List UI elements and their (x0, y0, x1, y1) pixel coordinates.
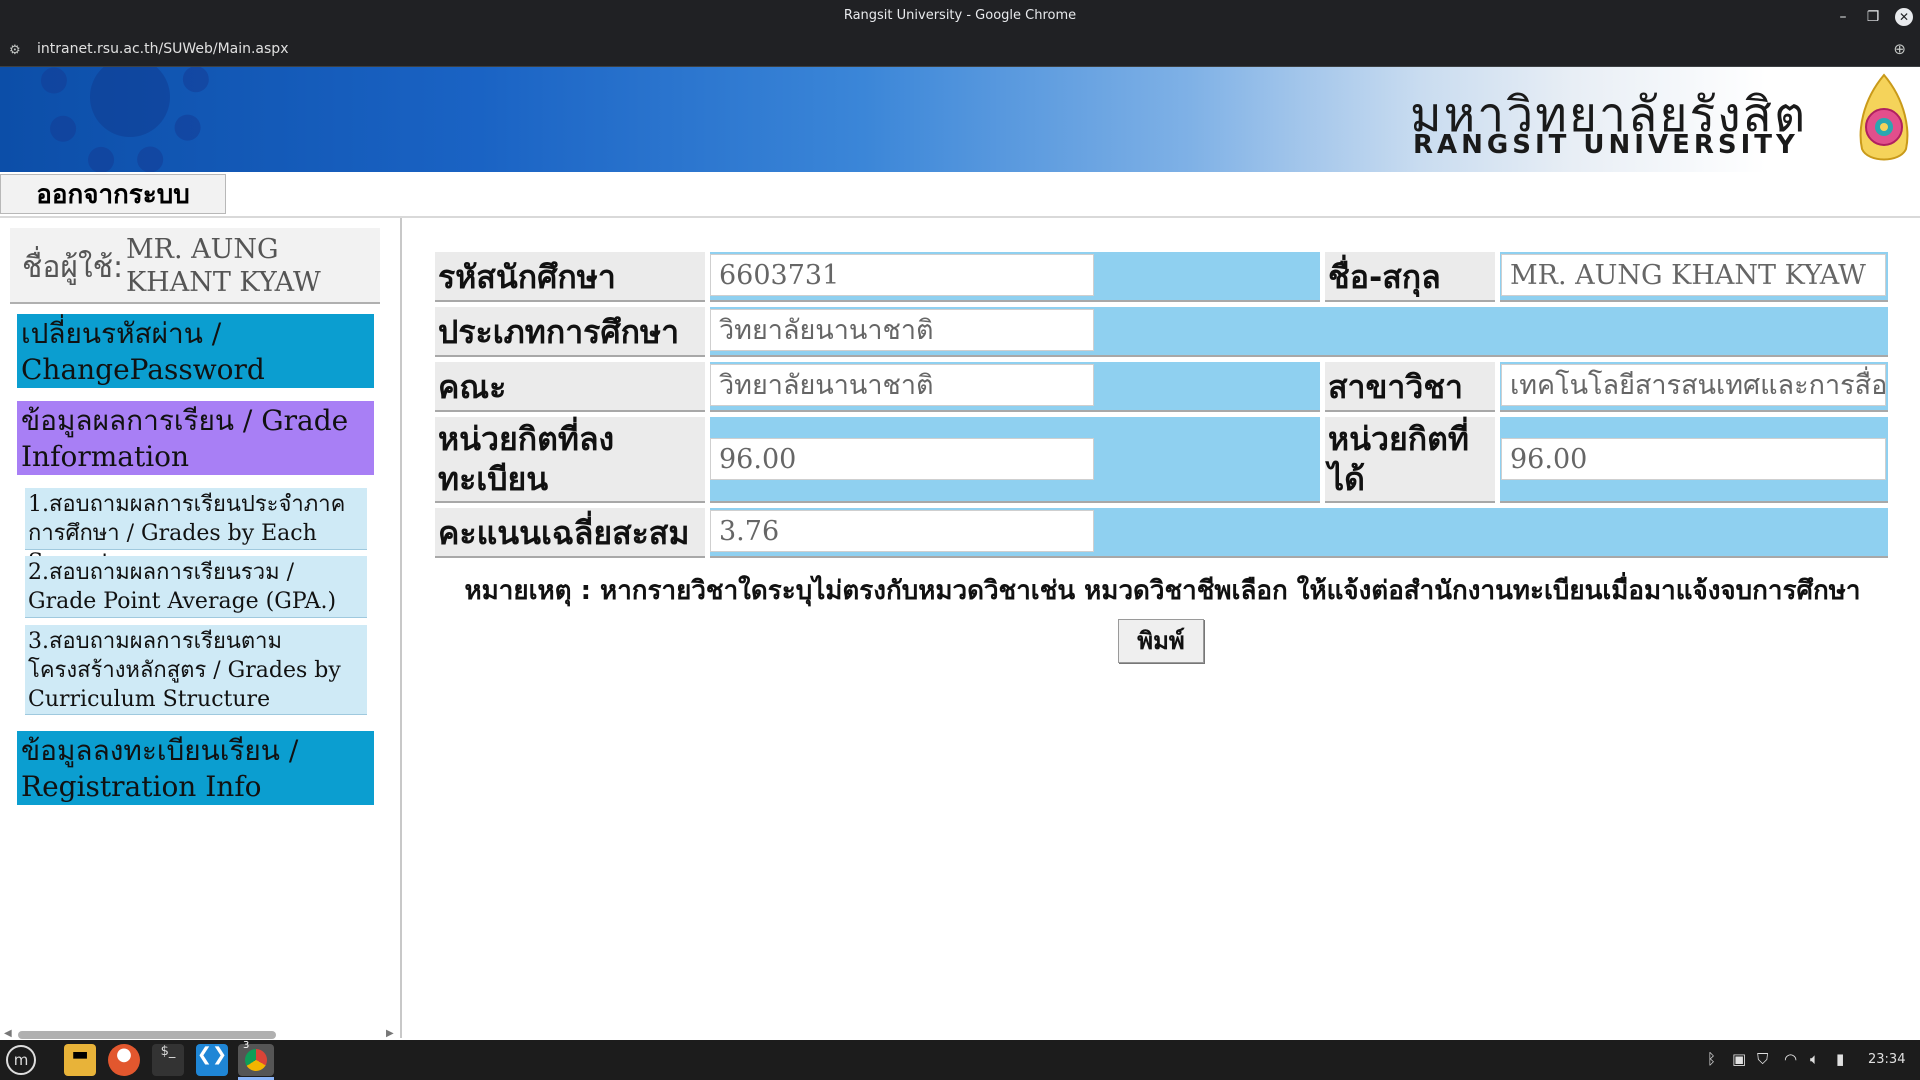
faculty-cell: วิทยาลัยนานาชาติ (710, 362, 1320, 412)
banner-english-name: RANGSIT UNIVERSITY (1413, 130, 1799, 160)
study-type-field[interactable]: วิทยาลัยนานาชาติ (710, 309, 1094, 351)
vscode-icon[interactable]: ❮❯ (196, 1044, 228, 1076)
university-seal-icon (1859, 73, 1909, 161)
start-menu-icon[interactable]: m (6, 1045, 36, 1075)
registered-credits-label: หน่วยกิตที่ลงทะเบียน (435, 417, 705, 503)
scroll-left-icon[interactable]: ◀ (4, 1028, 12, 1039)
gpa-cell: 3.76 (710, 508, 1888, 558)
menu-registration-info[interactable]: ข้อมูลลงทะเบียนเรียน / Registration Info (17, 731, 374, 805)
clipboard-icon[interactable]: ▣ (1732, 1050, 1746, 1068)
terminal-icon[interactable]: $_ (152, 1044, 184, 1076)
menu-change-password[interactable]: เปลี่ยนรหัสผ่าน / ChangePassword (17, 314, 374, 388)
earned-credits-cell: 96.00 (1500, 417, 1888, 503)
student-id-cell: 6603731 (710, 252, 1320, 302)
shield-icon[interactable]: ⛉ (1757, 1050, 1768, 1068)
university-banner: มหาวิทยาลัยรังสิต RANGSIT UNIVERSITY (0, 67, 1920, 172)
user-name: MR. AUNG KHANT KYAW (126, 234, 321, 298)
logout-button[interactable]: ออกจากระบบ (0, 174, 226, 214)
window-title: Rangsit University - Google Chrome (843, 8, 1077, 23)
faculty-label: คณะ (435, 362, 705, 412)
submenu-gpa[interactable]: 2.สอบถามผลการเรียนรวม / Grade Point Aver… (25, 556, 367, 618)
volume-icon[interactable]: 🔈︎ (1810, 1050, 1819, 1068)
earned-credits-field[interactable]: 96.00 (1501, 438, 1886, 480)
registered-credits-field[interactable]: 96.00 (710, 438, 1094, 480)
files-icon[interactable]: ▬ (64, 1044, 96, 1076)
clock[interactable]: 23:34 (1868, 1052, 1905, 1067)
study-type-cell: วิทยาลัยนานาชาติ (710, 307, 1888, 357)
fullname-field[interactable]: MR. AUNG KHANT KYAW (1501, 254, 1886, 296)
user-box: ชื่อผู้ใช้: MR. AUNG KHANT KYAW (10, 228, 380, 304)
gpa-field[interactable]: 3.76 (710, 510, 1094, 552)
earned-credits-label: หน่วยกิตที่ได้ (1325, 417, 1495, 503)
faculty-field[interactable]: วิทยาลัยนานาชาติ (710, 364, 1094, 406)
study-type-label: ประเภทการศึกษา (435, 307, 705, 357)
address-bar[interactable]: ⚙ intranet.rsu.ac.th/SUWeb/Main.aspx ⊕ (0, 33, 1920, 67)
left-pane-horizontal-scrollbar[interactable]: ◀ ▶ (0, 1028, 400, 1040)
fullname-cell: MR. AUNG KHANT KYAW (1500, 252, 1888, 302)
fullname-label: ชื่อ-สกุล (1325, 252, 1495, 302)
note-text: หมายเหตุ : หากรายวิชาใดระบุไม่ตรงกับหมวด… (464, 576, 1861, 606)
close-icon[interactable]: ✕ (1895, 8, 1913, 26)
major-field[interactable]: เทคโนโลยีสารสนเทศและการสื่อสาร (1501, 364, 1886, 406)
gpa-label: คะแนนเฉลี่ยสะสม (435, 508, 705, 558)
major-label: สาขาวิชา (1325, 362, 1495, 412)
scrollbar-thumb[interactable] (18, 1031, 276, 1039)
zoom-icon[interactable]: ⊕ (1893, 40, 1906, 58)
registered-credits-cell: 96.00 (710, 417, 1320, 503)
print-button[interactable]: พิมพ์ (1118, 619, 1204, 663)
url-text[interactable]: intranet.rsu.ac.th/SUWeb/Main.aspx (37, 41, 288, 57)
maximize-icon[interactable]: ❐ (1862, 6, 1884, 28)
student-id-field[interactable]: 6603731 (710, 254, 1094, 296)
site-info-icon[interactable]: ⚙ (9, 43, 21, 58)
firefox-icon[interactable]: ● (108, 1044, 140, 1076)
menu-grade-information[interactable]: ข้อมูลผลการเรียน / Grade Information (17, 401, 374, 475)
user-label: ชื่อผู้ใช้: (22, 250, 124, 285)
scroll-right-icon[interactable]: ▶ (386, 1028, 394, 1039)
os-taskbar: m ▬ ● $_ ❮❯ 3 ᛒ ▣ ⛉ ◠ 🔈︎ ▮ 23:34 (0, 1040, 1920, 1080)
minimize-icon[interactable]: – (1832, 6, 1854, 28)
submenu-grades-by-semester[interactable]: 1.สอบถามผลการเรียนประจำภาคการศึกษา / Gra… (25, 488, 367, 575)
window-titlebar: Rangsit University - Google Chrome – ❐ ✕ (0, 0, 1920, 33)
battery-icon[interactable]: ▮ (1836, 1050, 1844, 1068)
wifi-icon[interactable]: ◠ (1784, 1050, 1797, 1068)
chrome-window-count-badge: 3 (243, 1040, 250, 1051)
major-cell: เทคโนโลยีสารสนเทศและการสื่อสาร (1500, 362, 1888, 412)
submenu-grades-by-curriculum[interactable]: 3.สอบถามผลการเรียนตามโครงสร้างหลักสูตร /… (25, 625, 367, 715)
left-nav-pane: ชื่อผู้ใช้: MR. AUNG KHANT KYAW เปลี่ยนร… (0, 218, 400, 1038)
student-id-label: รหัสนักศึกษา (435, 252, 705, 302)
bluetooth-icon[interactable]: ᛒ (1707, 1050, 1716, 1068)
pane-divider[interactable] (400, 218, 402, 1038)
